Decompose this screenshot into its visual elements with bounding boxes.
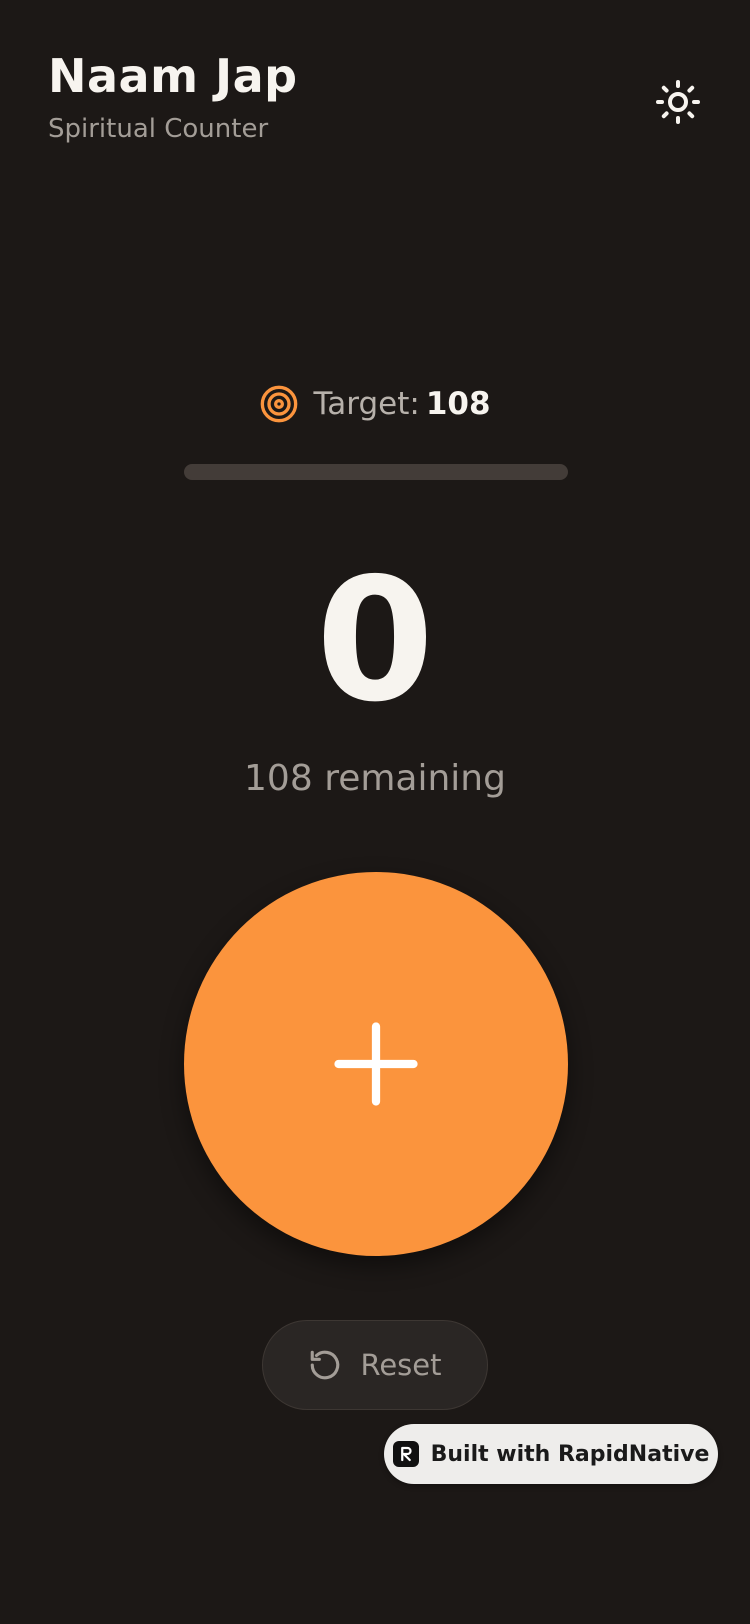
app-screen: Naam Jap Spiritual Counter Target: 108 0… xyxy=(0,0,750,1624)
target-label-group: Target: 108 xyxy=(313,386,490,422)
rotate-ccw-icon xyxy=(311,1350,340,1380)
target-label: Target: xyxy=(313,386,420,422)
progress-bar xyxy=(184,464,568,480)
counter-value: 0 xyxy=(315,542,435,740)
target-icon xyxy=(259,384,299,424)
app-title: Naam Jap xyxy=(48,49,298,103)
badge-label: Built with RapidNative xyxy=(430,1441,710,1467)
app-subtitle: Spiritual Counter xyxy=(48,114,269,144)
target-row: Target: 108 xyxy=(0,384,750,424)
reset-label: Reset xyxy=(360,1348,442,1382)
built-with-badge[interactable]: Built with RapidNative xyxy=(384,1424,718,1484)
target-value: 108 xyxy=(425,386,491,422)
theme-toggle-button[interactable] xyxy=(650,74,706,130)
sun-icon xyxy=(656,80,700,124)
reset-button[interactable]: Reset xyxy=(262,1320,488,1410)
remaining-text: 108 remaining xyxy=(244,758,506,799)
increment-button[interactable] xyxy=(184,872,568,1256)
rapidnative-logo-icon xyxy=(392,1441,419,1467)
plus-icon xyxy=(334,1022,418,1106)
